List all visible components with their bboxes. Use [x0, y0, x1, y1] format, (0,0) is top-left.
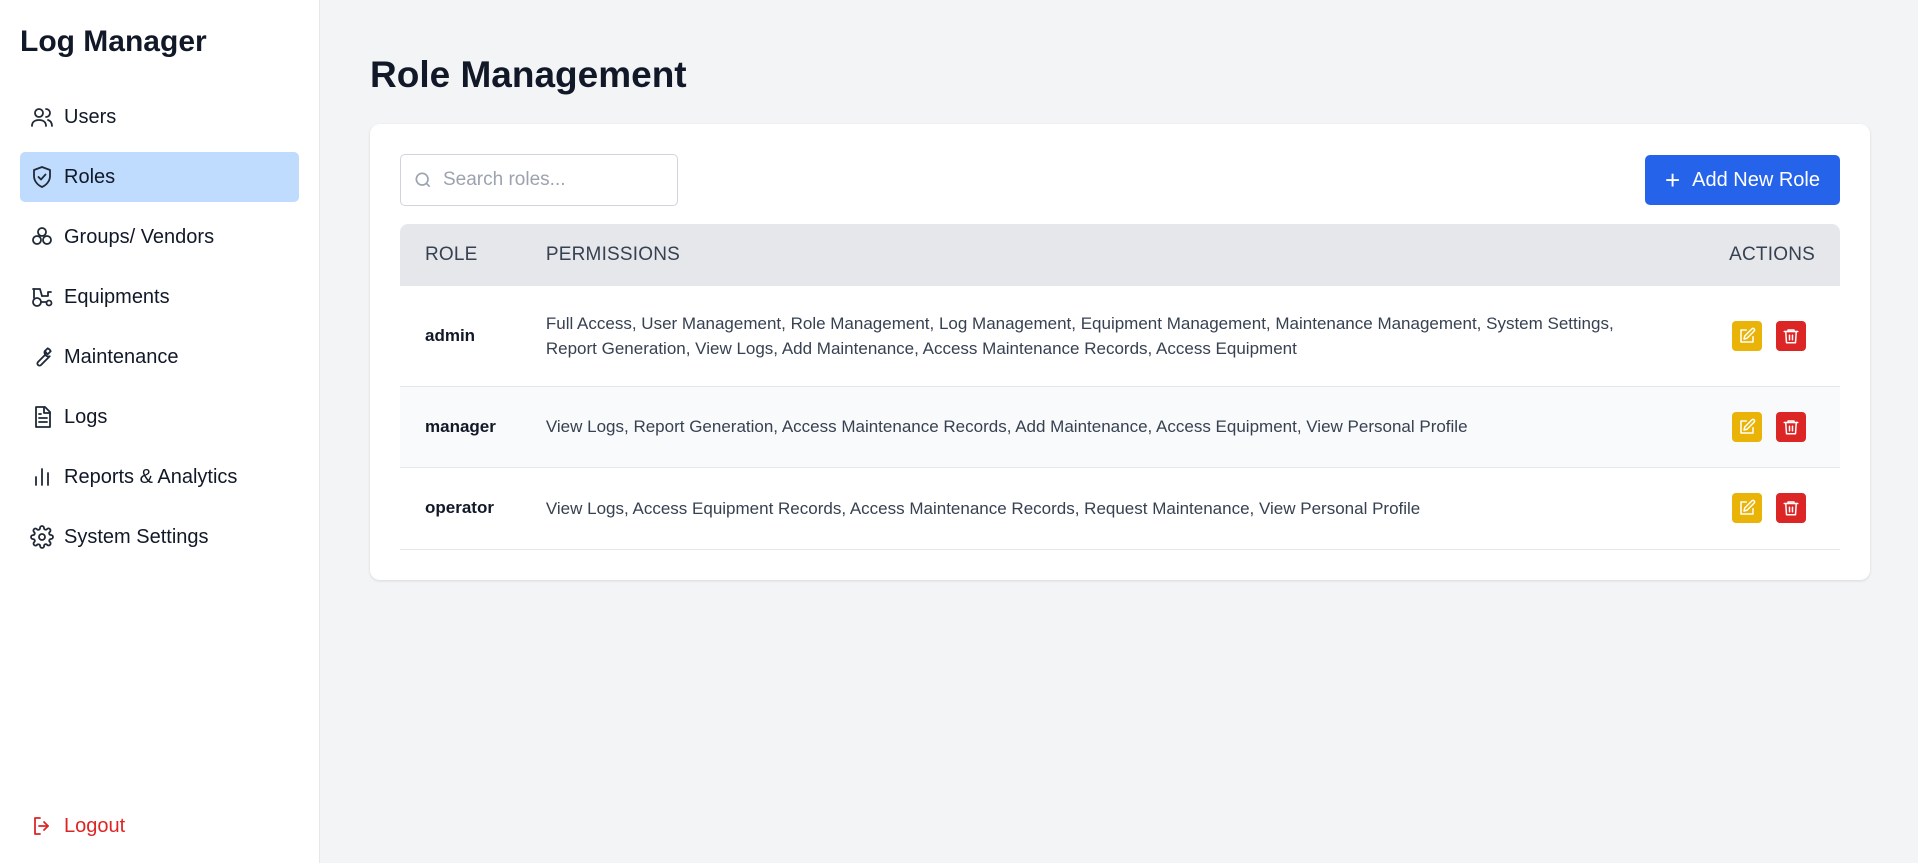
document-icon	[30, 405, 54, 429]
add-new-role-button[interactable]: + Add New Role	[1644, 155, 1840, 205]
edit-icon	[1740, 327, 1756, 343]
logout-button[interactable]: Logout	[20, 801, 135, 851]
sidebar-item-label: Roles	[64, 165, 116, 188]
sidebar-item-label: Groups/ Vendors	[64, 225, 215, 248]
table-row: manager View Logs, Report Generation, Ac…	[400, 386, 1840, 468]
sidebar-item-label: System Settings	[64, 525, 209, 548]
row-actions	[1700, 286, 1840, 387]
table-header-row: ROLE PERMISSIONS ACTIONS	[400, 224, 1840, 286]
column-header-role: ROLE	[425, 244, 478, 265]
delete-button[interactable]	[1776, 320, 1806, 351]
role-name: manager	[400, 386, 521, 468]
edit-icon	[1740, 418, 1756, 434]
sidebar-item-label: Logs	[64, 405, 108, 428]
column-header-actions: ACTIONS	[1729, 244, 1815, 265]
sidebar-item-label: Equipments	[64, 285, 170, 308]
edit-button[interactable]	[1732, 493, 1762, 523]
role-permissions: View Logs, Report Generation, Access Mai…	[520, 386, 1700, 468]
gear-icon	[30, 525, 54, 549]
sidebar-item-roles[interactable]: Roles	[20, 152, 299, 202]
logout-label: Logout	[64, 814, 126, 837]
sidebar-item-groups-vendors[interactable]: Groups/ Vendors	[20, 212, 299, 262]
delete-button[interactable]	[1776, 411, 1806, 442]
column-header-permissions: PERMISSIONS	[545, 244, 681, 265]
role-permissions: View Logs, Access Equipment Records, Acc…	[520, 467, 1700, 550]
roles-card: + Add New Role ROLE PERMISSIONS ACTIONS …	[370, 124, 1870, 580]
roles-table: ROLE PERMISSIONS ACTIONS admin Full Acce…	[400, 224, 1840, 550]
table-row: operator View Logs, Access Equipment Rec…	[400, 467, 1840, 550]
trash-icon	[1783, 419, 1799, 434]
shield-icon	[30, 165, 54, 189]
edit-icon	[1740, 499, 1756, 515]
toolbar: + Add New Role	[400, 154, 1840, 206]
search-input[interactable]	[443, 169, 663, 191]
edit-button[interactable]	[1732, 411, 1762, 442]
app-title: Log Manager	[20, 25, 207, 58]
plus-icon: +	[1664, 165, 1681, 195]
sidebar-item-reports-analytics[interactable]: Reports & Analytics	[20, 452, 299, 502]
wrench-icon	[30, 345, 54, 369]
search-icon	[415, 172, 431, 188]
role-permissions: Full Access, User Management, Role Manag…	[520, 286, 1700, 387]
logout-icon	[34, 817, 49, 835]
boxes-icon	[30, 225, 54, 249]
role-name: admin	[400, 286, 521, 387]
sidebar-item-label: Users	[64, 105, 117, 128]
sidebar: Log Manager Users Roles Groups/ Vendors …	[0, 0, 320, 863]
sidebar-item-maintenance[interactable]: Maintenance	[20, 332, 299, 382]
role-name: operator	[400, 467, 521, 550]
table-row: admin Full Access, User Management, Role…	[400, 286, 1840, 387]
trash-icon	[1783, 329, 1799, 344]
tractor-icon	[30, 285, 54, 309]
edit-button[interactable]	[1732, 320, 1762, 351]
bar-chart-icon	[30, 465, 54, 489]
row-actions	[1700, 386, 1840, 468]
sidebar-item-label: Maintenance	[64, 345, 179, 368]
users-icon	[30, 105, 54, 129]
search-box[interactable]	[400, 154, 678, 206]
delete-button[interactable]	[1776, 493, 1806, 523]
sidebar-item-system-settings[interactable]: System Settings	[20, 512, 299, 562]
sidebar-item-users[interactable]: Users	[20, 92, 299, 142]
sidebar-item-logs[interactable]: Logs	[20, 392, 299, 442]
trash-icon	[1783, 501, 1799, 516]
add-new-role-label: Add New Role	[1692, 168, 1820, 191]
sidebar-item-equipments[interactable]: Equipments	[20, 272, 299, 322]
page-title: Role Management	[370, 54, 687, 95]
sidebar-item-label: Reports & Analytics	[64, 465, 238, 488]
main-content: Role Management + Add New Role ROLE PERM…	[320, 0, 1918, 863]
row-actions	[1700, 467, 1840, 550]
